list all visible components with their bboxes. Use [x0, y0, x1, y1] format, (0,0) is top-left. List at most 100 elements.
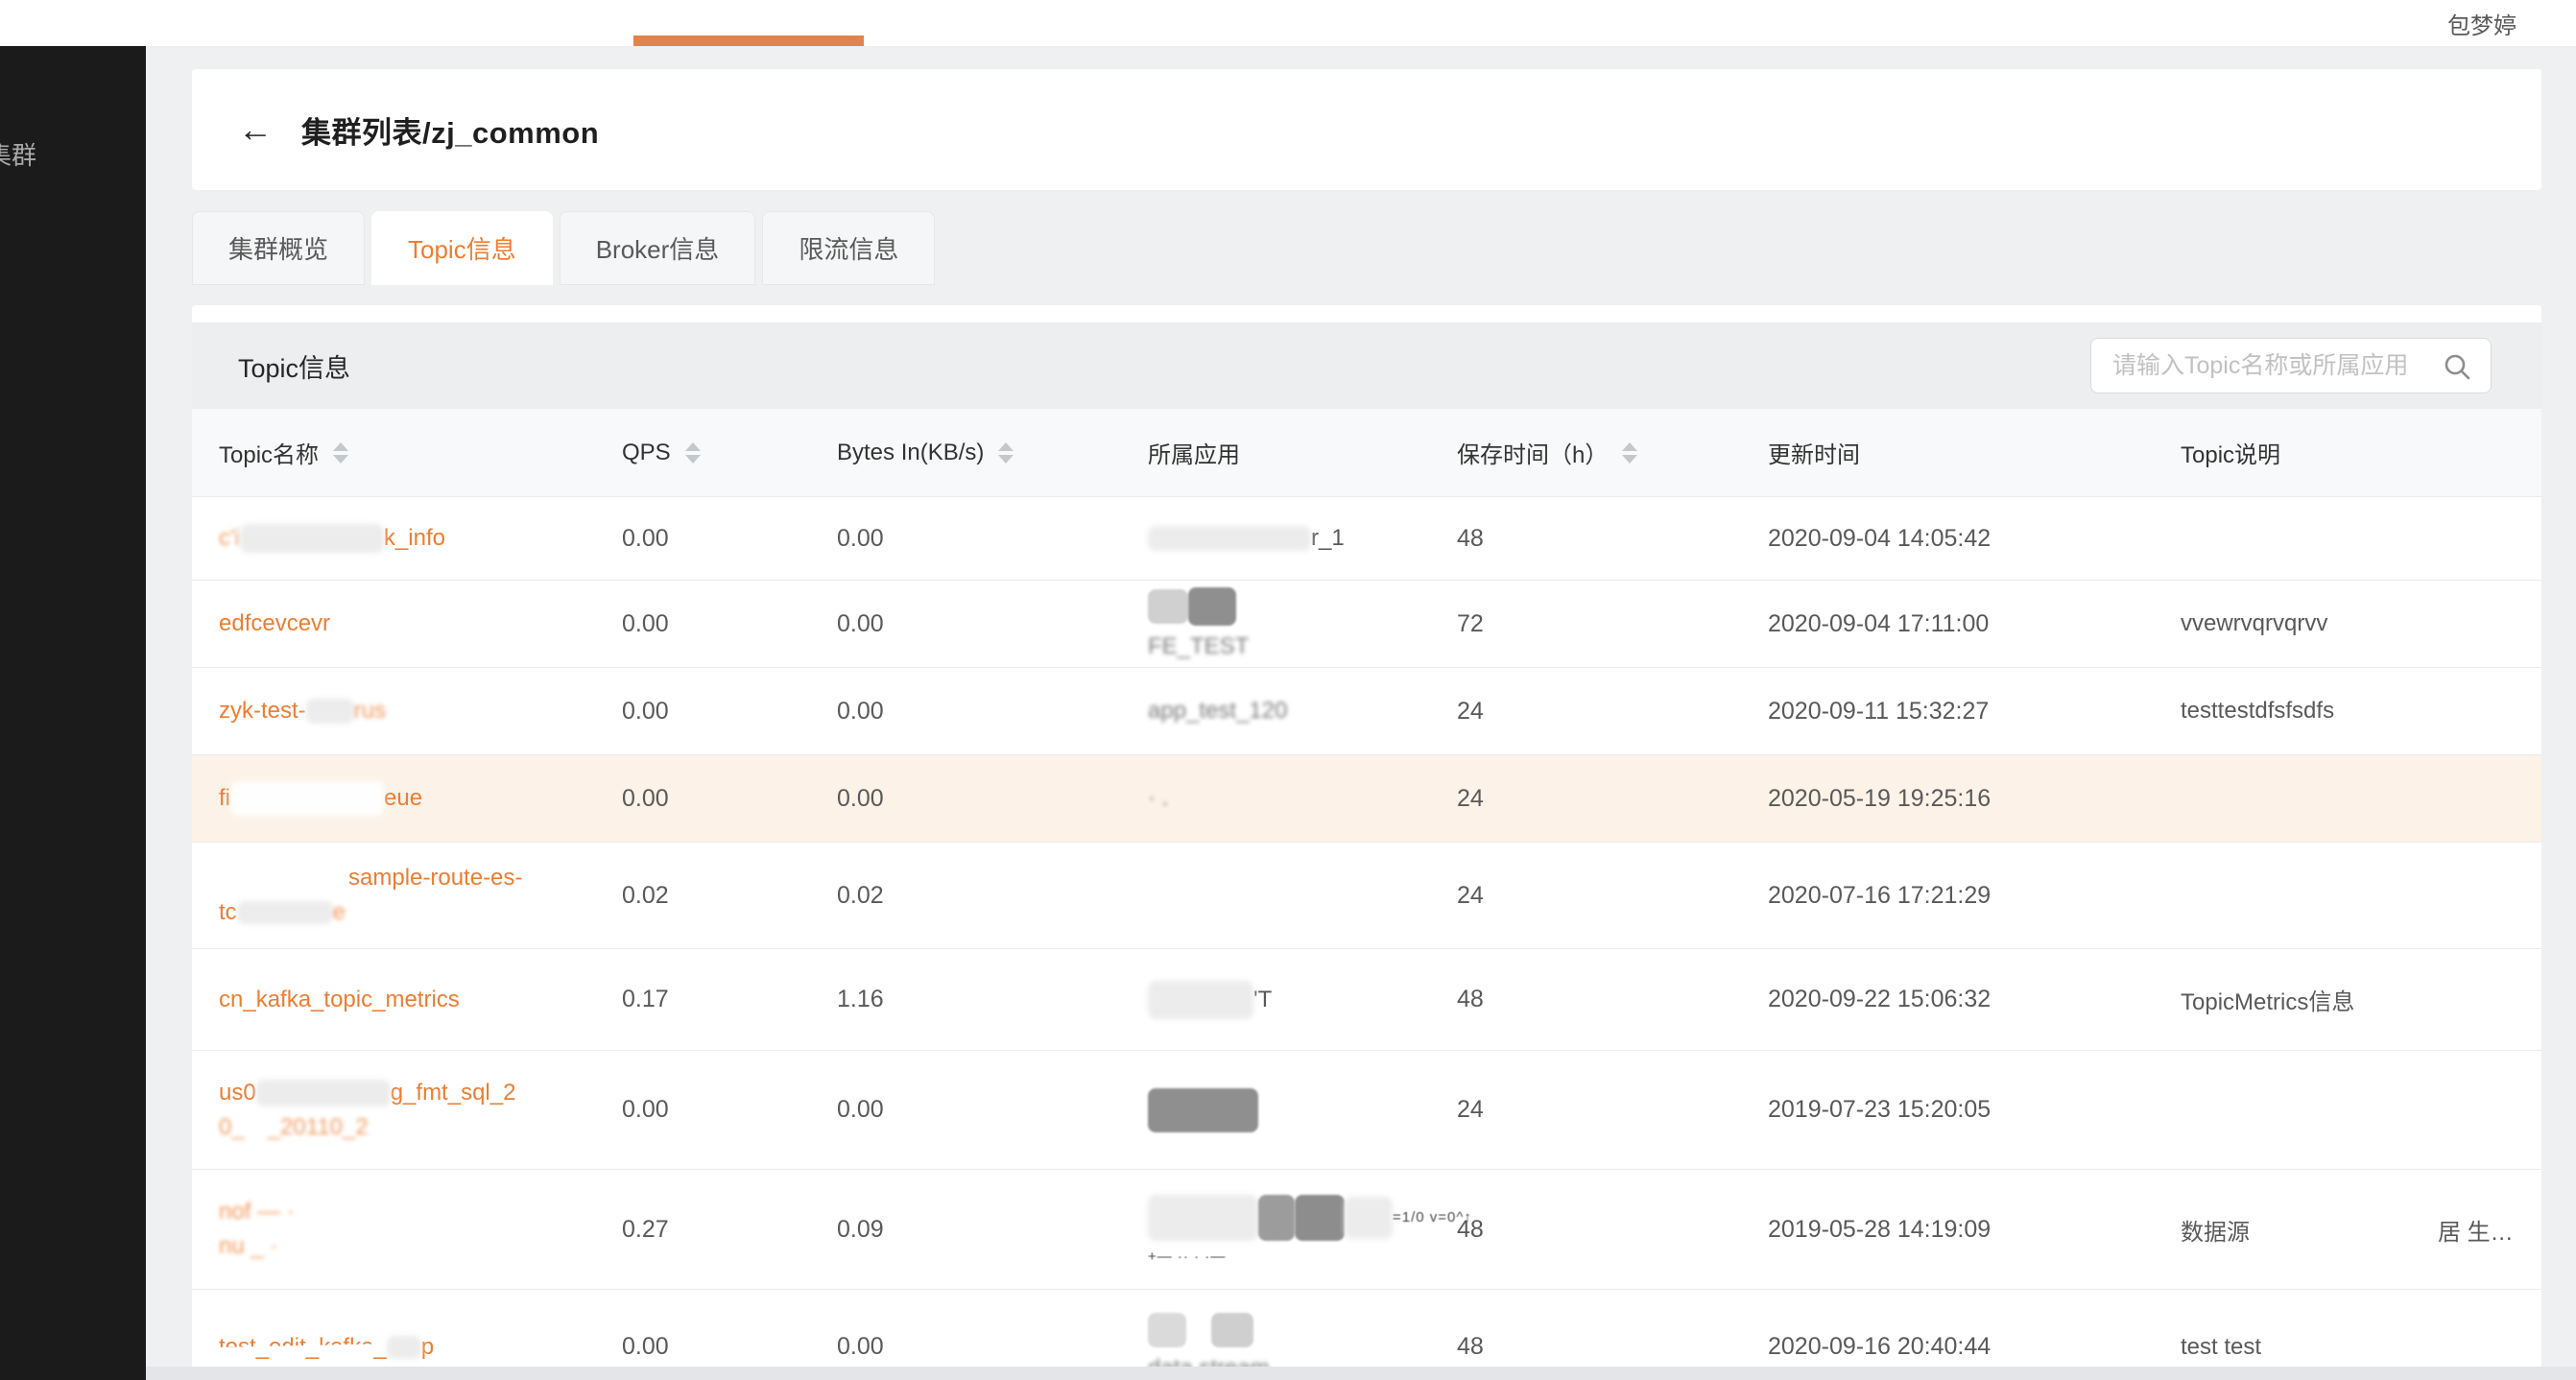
sort-caret-up-icon: [685, 442, 701, 451]
cell-line: us0 g_fmt_sql_2: [219, 1080, 515, 1106]
cell-retention: 72: [1457, 581, 1745, 667]
tab-0[interactable]: 集群概览: [192, 211, 365, 285]
topic-link[interactable]: p: [421, 1334, 434, 1361]
cell-bytes-in: 0.09: [837, 1170, 1125, 1289]
text-fragment: data stream: [1148, 1355, 1270, 1368]
topic-link[interactable]: k_info: [384, 525, 445, 552]
retention-value: 72: [1457, 610, 1484, 638]
search-input[interactable]: [2091, 339, 2491, 393]
table-header-row: Topic名称QPSBytes In(KB/s)所属应用保存时间（h）更新时间T…: [192, 409, 2541, 496]
redaction-blur: [256, 1080, 391, 1106]
sort-control[interactable]: [685, 442, 701, 464]
sort-control[interactable]: [1622, 442, 1637, 464]
cell-qps: 0.00: [622, 581, 814, 667]
cell-qps: 0.00: [622, 1051, 814, 1169]
topic-link[interactable]: cn_kafka_topic_metrics: [219, 987, 460, 1013]
desc-value: 数据源: [2181, 1213, 2250, 1247]
section-title: Topic信息: [238, 322, 350, 409]
topic-link-fragment: nof — ·: [219, 1199, 295, 1225]
topic-link[interactable]: us0: [219, 1080, 256, 1106]
bytes-in-value: 0.00: [837, 610, 884, 638]
cell-extra: [2438, 1290, 2538, 1367]
tab-3[interactable]: 限流信息: [762, 211, 935, 285]
cell-line: +— ·· · ·—: [1148, 1249, 1226, 1265]
desc-value: testtestdfsfsdfs: [2181, 698, 2334, 725]
cell-updated: 2019-07-23 15:20:05: [1768, 1051, 2161, 1169]
back-arrow-icon[interactable]: ←: [238, 112, 273, 147]
cell-extra: [2438, 843, 2538, 948]
text-fragment: · .: [1148, 785, 1168, 812]
topic-link[interactable]: eue: [384, 785, 422, 812]
topic-link[interactable]: g_fmt_sql_2: [391, 1080, 516, 1106]
sort-control[interactable]: [998, 442, 1014, 464]
cell-bytes-in: 0.02: [837, 843, 1125, 948]
cell-app: [1148, 843, 1436, 948]
tab-1[interactable]: Topic信息: [371, 211, 553, 285]
topic-link[interactable]: zyk-test-: [219, 698, 306, 725]
redaction-blur: [306, 699, 354, 724]
column-header-label: Bytes In(KB/s): [837, 440, 984, 466]
cell-updated: 2020-09-16 20:40:44: [1768, 1290, 2161, 1367]
redaction-blob: [1295, 1195, 1345, 1241]
active-nav-indicator: [633, 36, 864, 46]
column-header: Topic名称: [219, 409, 348, 496]
redaction-blob: [1188, 587, 1236, 626]
tab-2[interactable]: Broker信息: [560, 211, 756, 285]
page-header: ← 集群列表/zj_common: [192, 69, 2541, 190]
topic-link[interactable]: tc: [219, 899, 237, 926]
cell-retention: 24: [1457, 843, 1745, 948]
table-row: us0g_fmt_sql_20__20110_20.000.00242019-0…: [192, 1050, 2541, 1169]
horizontal-scrollbar[interactable]: [146, 1367, 2576, 1380]
cell-line: nof — ·: [219, 1199, 295, 1225]
text-fragment: r_1: [1311, 525, 1345, 552]
updated-value: 2020-09-04 14:05:42: [1768, 525, 1991, 553]
topic-link-fragment: e: [333, 899, 346, 926]
sort-caret-down-icon: [1622, 455, 1637, 464]
updated-value: 2020-09-11 15:32:27: [1768, 698, 1989, 726]
retention-value: 48: [1457, 1333, 1484, 1361]
tab-bar: 集群概览Topic信息Broker信息限流信息: [192, 211, 935, 285]
cell-topic-name: sample-route-es-tc e: [219, 843, 603, 948]
cell-qps: 0.17: [622, 949, 814, 1050]
bytes-in-value: 0.00: [837, 1333, 884, 1361]
desc-value: TopicMetrics信息: [2181, 983, 2354, 1016]
sort-caret-down-icon: [998, 455, 1014, 464]
table-row: zyk-test-rus0.000.00app_test_120242020-0…: [192, 667, 2541, 754]
sidebar: 集群: [0, 46, 146, 1380]
user-menu[interactable]: 包梦婷: [2447, 0, 2516, 46]
table-row: c'ik_info0.000.00r_1482020-09-04 14:05:4…: [192, 496, 2541, 580]
cell-line: [1148, 1088, 1258, 1132]
cell-desc: testtestdfsfsdfs: [2181, 668, 2430, 754]
cell-updated: 2020-09-04 14:05:42: [1768, 497, 2161, 580]
cell-desc: [2181, 1051, 2430, 1169]
updated-value: 2020-05-19 19:25:16: [1768, 785, 1991, 813]
sort-control[interactable]: [333, 442, 348, 464]
updated-value: 2020-09-22 15:06:32: [1768, 986, 1991, 1013]
bytes-in-value: 0.00: [837, 785, 884, 813]
cell-bytes-in: 0.00: [837, 1290, 1125, 1367]
text-fragment: FE_TEST: [1148, 633, 1249, 660]
retention-value: 48: [1457, 525, 1484, 553]
cell-line: [1148, 1313, 1253, 1347]
bytes-in-value: 0.00: [837, 525, 884, 553]
sidebar-item-cluster[interactable]: 集群: [0, 136, 36, 172]
cell-extra: [2438, 668, 2538, 754]
updated-value: 2019-05-28 14:19:09: [1768, 1216, 1991, 1244]
table-row: sample-route-es-tc e 0.020.02 242020-07-16 …: [192, 842, 2541, 948]
search-icon[interactable]: [2443, 352, 2471, 381]
cell-extra: [2438, 1051, 2538, 1169]
redaction-blob: [1148, 1313, 1186, 1347]
retention-value: 48: [1457, 1216, 1484, 1244]
cell-qps: 0.02: [622, 843, 814, 948]
cell-line: data stream: [1148, 1355, 1270, 1368]
cell-line: nu _ ·: [219, 1233, 277, 1260]
column-header-label: 保存时间（h）: [1457, 436, 1608, 469]
topic-link[interactable]: edfcevcevr: [219, 610, 330, 637]
topic-link-fragment: c'i: [219, 525, 240, 552]
cell-retention: 48: [1457, 1170, 1745, 1289]
topic-link[interactable]: sample-route-es-: [348, 865, 522, 892]
cell-updated: 2020-07-16 17:21:29: [1768, 843, 2161, 948]
topic-link[interactable]: fi: [219, 785, 230, 812]
redaction-blur: [387, 1336, 421, 1359]
qps-value: 0.00: [622, 610, 669, 638]
